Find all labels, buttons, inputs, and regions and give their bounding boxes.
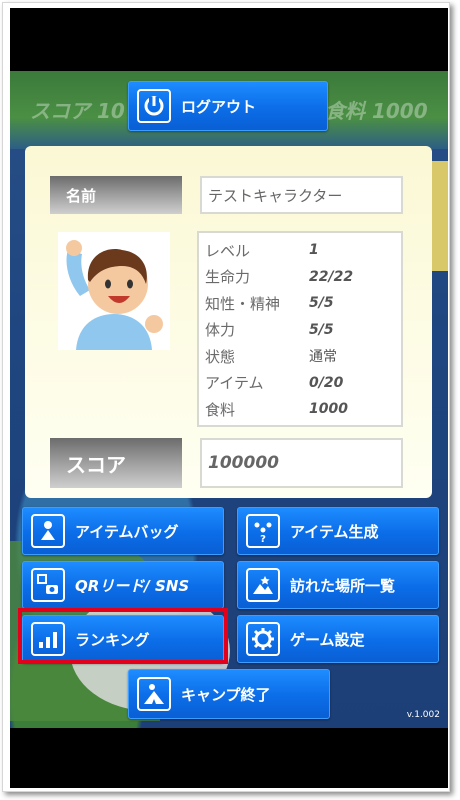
ranking-highlight [18,608,228,664]
stat-row: レベル 1 [205,237,401,264]
stat-key: 状態 [205,347,236,366]
svg-text:?: ? [260,534,266,544]
logout-label: ログアウト [181,97,257,116]
avatar [58,232,170,350]
item-create-button[interactable]: ? アイテム生成 [237,507,439,555]
stat-value: 22/22 [309,268,354,285]
item-create-icon: ? [246,514,280,548]
hud-food: 食料 1000 [325,99,428,123]
screenshot-frame: スコア 10 食料 1000 ログアウト 名前 テストキャラクター レベル 1 … [2,2,450,792]
stat-row: 食料 1000 [205,396,401,423]
end-camp-button[interactable]: キャンプ終了 [128,669,330,719]
score-field: 100000 [200,438,403,488]
item-create-label: アイテム生成 [290,522,379,541]
stat-key: 生命力 [205,268,251,287]
stat-value: 5/5 [309,295,334,312]
visited-places-button[interactable]: 訪れた場所一覧 [237,561,439,609]
stat-row: 状態 通常 [205,343,401,370]
camp-icon [137,677,171,711]
end-camp-label: キャンプ終了 [181,685,271,704]
gear-icon [246,622,280,656]
logout-icon [137,89,171,123]
profile-card: 名前 テストキャラクター レベル 1 生命力 22/22 知性・精神 5/5 体… [25,146,432,498]
game-settings-label: ゲーム設定 [290,630,365,649]
stat-value: 1000 [309,401,348,418]
qr-sns-label: QRリード/ SNS [75,576,190,595]
hud-score: スコア 10 [30,99,125,123]
stat-row: 生命力 22/22 [205,264,401,291]
stat-value: 1 [309,242,319,259]
version-label: v.1.002 [406,710,440,720]
item-bag-button[interactable]: アイテムバッグ [22,507,224,555]
stat-row: 知性・精神 5/5 [205,290,401,317]
stat-value: 通常 [309,349,337,366]
stat-value: 0/20 [309,374,344,391]
stat-key: レベル [205,241,251,260]
stat-row: アイテム 0/20 [205,370,401,397]
game-screen: スコア 10 食料 1000 ログアウト 名前 テストキャラクター レベル 1 … [10,71,448,728]
bag-icon [31,514,65,548]
stat-key: 食料 [205,400,236,419]
qr-camera-icon [31,568,65,602]
phone-screen: スコア 10 食料 1000 ログアウト 名前 テストキャラクター レベル 1 … [10,8,448,788]
game-settings-button[interactable]: ゲーム設定 [237,615,439,663]
name-field: テストキャラクター [200,176,403,214]
qr-sns-button[interactable]: QRリード/ SNS [22,561,224,609]
stat-key: アイテム [205,374,264,393]
stat-row: 体力 5/5 [205,317,401,344]
visited-places-label: 訪れた場所一覧 [290,576,396,595]
item-bag-label: アイテムバッグ [75,522,179,541]
logout-button[interactable]: ログアウト [128,81,328,131]
map-icon [246,568,280,602]
stats-panel: レベル 1 生命力 22/22 知性・精神 5/5 体力 5/5 状態 通常 アイテム 0/… [197,231,403,427]
stat-key: 体力 [205,321,236,340]
stat-value: 5/5 [309,321,334,338]
name-label: 名前 [50,176,182,214]
stat-key: 知性・精神 [205,294,281,313]
score-label: スコア [50,438,182,488]
